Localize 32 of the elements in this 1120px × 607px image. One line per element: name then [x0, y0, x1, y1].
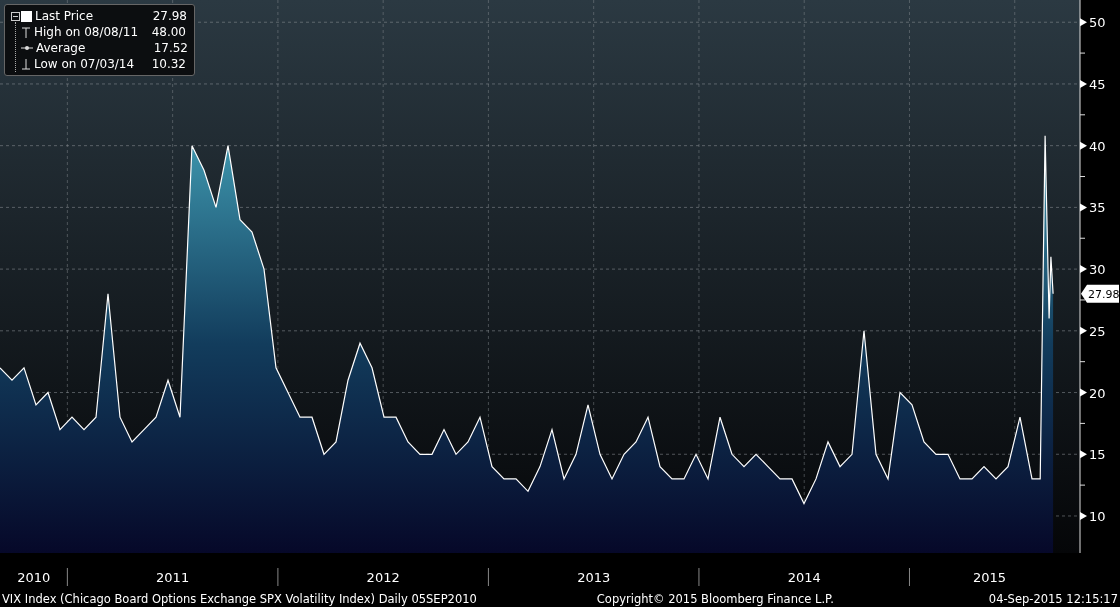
year-label: 2013 — [577, 570, 611, 585]
chart-description: VIX Index (Chicago Board Options Exchange SPX Volatility Index) Daily 05SEP2010 — [2, 591, 477, 606]
axis-label: 35 — [1089, 200, 1106, 216]
collapse-icon[interactable] — [11, 12, 20, 21]
legend-value: 48.00 — [150, 24, 186, 40]
square-icon — [21, 10, 32, 22]
axis-label: 30 — [1089, 262, 1106, 278]
year-label: 2011 — [156, 570, 190, 585]
legend-value: 27.98 — [151, 8, 187, 24]
axis-label: 10 — [1089, 508, 1106, 524]
year-label: 2014 — [787, 570, 821, 585]
year-label: 2012 — [366, 570, 400, 585]
average-marker-icon — [21, 45, 33, 51]
last-price-tag: 27.98 — [1081, 284, 1120, 303]
axis-label: 50 — [1089, 15, 1106, 31]
legend-label: Low on 07/03/14 — [34, 56, 136, 72]
axis-label: 15 — [1089, 447, 1106, 463]
low-marker-icon — [21, 58, 31, 70]
timestamp: 04-Sep-2015 12:15:17 — [988, 591, 1118, 606]
legend-label: Last Price — [35, 8, 95, 24]
year-label: 2010 — [17, 570, 51, 585]
axis-label: 20 — [1089, 385, 1106, 401]
legend-value: 17.52 — [152, 40, 188, 56]
high-marker-icon — [21, 26, 31, 38]
axis-label: 25 — [1089, 323, 1106, 339]
legend-label: High on 08/08/11 — [34, 24, 140, 40]
axis-label: 40 — [1089, 138, 1106, 154]
axis-label: 45 — [1089, 76, 1106, 92]
legend-label: Average — [36, 40, 87, 56]
legend-value: 10.32 — [150, 56, 186, 72]
copyright-text: Copyright© 2015 Bloomberg Finance L.P. — [596, 591, 834, 606]
year-label: 2015 — [972, 570, 1006, 585]
